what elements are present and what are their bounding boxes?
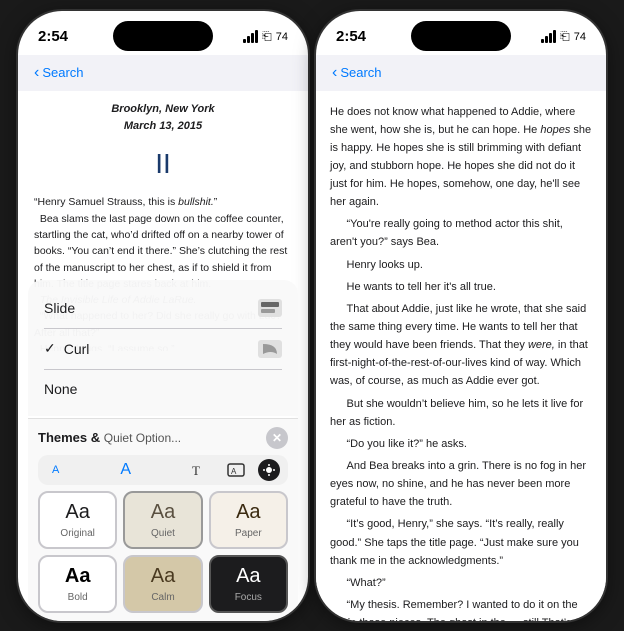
- left-back-label: Search: [42, 65, 83, 80]
- phones-container: 2:54 ⎗ 74 ‹ Search Brooklyn, Ne: [18, 11, 606, 621]
- right-battery-icon: 74: [574, 31, 586, 43]
- theme-original-aa: Aa: [65, 501, 89, 524]
- signal-icon: [243, 30, 258, 43]
- theme-quiet-label: Quiet: [151, 528, 175, 539]
- theme-calm[interactable]: Aa Calm: [123, 555, 202, 613]
- slide-option-none[interactable]: None: [28, 370, 298, 408]
- right-dynamic-island: [411, 21, 511, 51]
- svg-text:A: A: [231, 467, 237, 476]
- book-location: Brooklyn, New YorkMarch 13, 2015: [34, 101, 292, 136]
- slide-option-curl[interactable]: ✓ Curl: [28, 329, 298, 369]
- theme-calm-label: Calm: [151, 592, 174, 603]
- left-phone: 2:54 ⎗ 74 ‹ Search Brooklyn, Ne: [18, 11, 308, 621]
- right-signal-icon: [541, 30, 556, 43]
- right-phone: 2:54 ⎗ 74 ‹ Search He does not: [316, 11, 606, 621]
- right-para-8: And Bea breaks into a grin. There is no …: [330, 457, 592, 511]
- font-controls-row: A A T A: [38, 455, 288, 485]
- right-para-3: Henry looks up.: [330, 256, 592, 274]
- right-nav-bar: ‹ Search: [316, 55, 606, 91]
- right-para-1: He does not know what happened to Addie,…: [330, 103, 592, 212]
- curl-icon: [258, 340, 282, 358]
- slide-label: Slide: [44, 300, 75, 316]
- theme-focus-aa: Aa: [236, 565, 260, 588]
- themes-header: Themes & Quiet Option... ✕: [38, 427, 288, 449]
- theme-original-label: Original: [60, 528, 94, 539]
- theme-calm-aa: Aa: [151, 565, 175, 588]
- theme-paper-aa: Aa: [236, 501, 260, 524]
- left-status-time: 2:54: [38, 28, 68, 45]
- themes-title-block: Themes & Quiet Option...: [38, 430, 181, 445]
- theme-focus[interactable]: Aa Focus: [209, 555, 288, 613]
- svg-text:T: T: [192, 463, 200, 478]
- theme-original[interactable]: Aa Original: [38, 491, 117, 549]
- theme-paper-label: Paper: [235, 528, 262, 539]
- right-para-10: “What?”: [330, 574, 592, 592]
- right-status-icons: ⎗ 74: [541, 29, 586, 44]
- theme-grid: Aa Original Aa Quiet Aa Paper Aa Bold: [38, 491, 288, 613]
- right-para-5: That about Addie, just like he wrote, th…: [330, 300, 592, 391]
- theme-quiet-aa: Aa: [151, 501, 175, 524]
- chevron-left-icon: ‹: [34, 64, 39, 82]
- right-para-4: He wants to tell her it's all true.: [330, 278, 592, 296]
- curl-label: Curl: [64, 341, 258, 357]
- theme-focus-label: Focus: [235, 592, 262, 603]
- dynamic-island: [113, 21, 213, 51]
- right-back-label: Search: [340, 65, 381, 80]
- slide-option-slide[interactable]: Slide: [28, 288, 298, 328]
- book-chapter: II: [34, 142, 292, 187]
- theme-paper[interactable]: Aa Paper: [209, 491, 288, 549]
- right-status-time: 2:54: [336, 28, 366, 45]
- left-status-icons: ⎗ 74: [243, 29, 288, 44]
- font-increase-button[interactable]: A: [114, 459, 137, 481]
- theme-bold-label: Bold: [68, 592, 88, 603]
- overlay-panel: Slide ✓ Curl None: [18, 280, 308, 621]
- theme-bold[interactable]: Aa Bold: [38, 555, 117, 613]
- none-label: None: [44, 381, 77, 397]
- brightness-icon[interactable]: [258, 459, 280, 481]
- close-button[interactable]: ✕: [266, 427, 288, 449]
- right-para-6: But she wouldn’t believe him, so he lets…: [330, 395, 592, 431]
- right-book-content: He does not know what happened to Addie,…: [316, 91, 606, 621]
- right-book-text: He does not know what happened to Addie,…: [316, 91, 606, 621]
- font-style-icon[interactable]: T: [186, 459, 214, 481]
- font-type-icon[interactable]: A: [222, 459, 250, 481]
- wifi-icon: ⎗: [262, 29, 272, 44]
- battery-icon: 74: [276, 31, 288, 43]
- theme-bold-aa: Aa: [65, 565, 91, 588]
- font-icon-group: T A: [186, 459, 280, 481]
- right-wifi-icon: ⎗: [560, 29, 570, 44]
- slide-icon: [258, 299, 282, 317]
- slide-menu: Slide ✓ Curl None: [28, 280, 298, 416]
- themes-panel: Themes & Quiet Option... ✕ A A T A: [28, 418, 298, 621]
- left-nav-bar: ‹ Search: [18, 55, 308, 91]
- right-para-7: “Do you like it?” he asks.: [330, 435, 592, 453]
- right-para-2: “You're really going to method actor thi…: [330, 215, 592, 251]
- checkmark-icon: ✓: [44, 340, 56, 357]
- themes-title: Themes & Quiet Option...: [38, 430, 181, 445]
- theme-quiet[interactable]: Aa Quiet: [123, 491, 202, 549]
- left-back-button[interactable]: ‹ Search: [34, 64, 84, 82]
- right-chevron-left-icon: ‹: [332, 64, 337, 82]
- right-back-button[interactable]: ‹ Search: [332, 64, 382, 82]
- font-decrease-button[interactable]: A: [46, 462, 65, 478]
- right-para-9: “It’s good, Henry,” she says. “It’s real…: [330, 515, 592, 569]
- right-para-11: “My thesis. Remember? I wanted to do it …: [330, 596, 592, 620]
